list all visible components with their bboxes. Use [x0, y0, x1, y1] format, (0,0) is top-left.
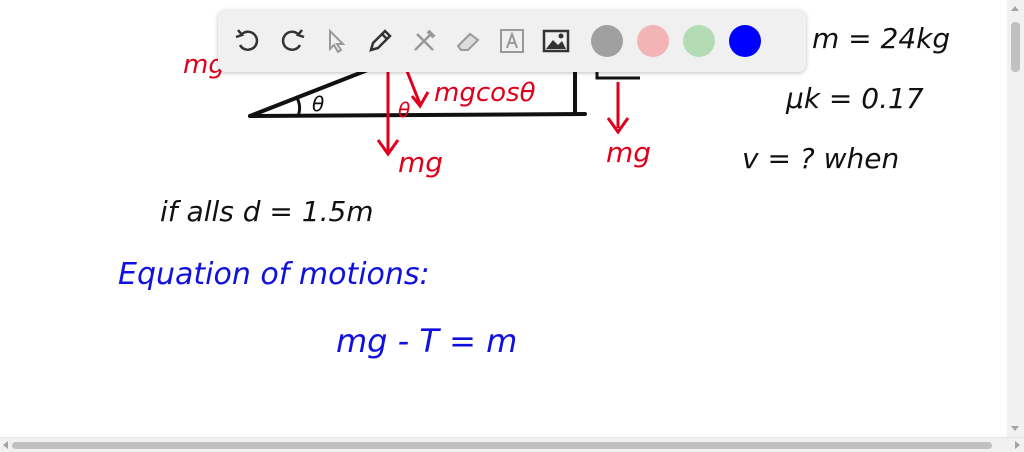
color-swatch-blue[interactable] [729, 25, 761, 57]
mg-right-label: mg [606, 136, 652, 169]
vertical-scroll-thumb[interactable] [1011, 22, 1020, 72]
redo-button[interactable] [270, 19, 314, 63]
theta-red-label: θ [398, 98, 411, 122]
image-button[interactable] [534, 19, 578, 63]
text-icon [500, 29, 524, 53]
tools-button[interactable] [402, 19, 446, 63]
eraser-button[interactable] [446, 19, 490, 63]
equation-heading-label: Equation of motions: [118, 257, 430, 292]
mgcos-theta-label: mgcosθ [434, 78, 536, 108]
undo-button[interactable] [226, 19, 270, 63]
falls-distance-label: if alls d = 1.5m [160, 195, 374, 228]
angle-arc [294, 95, 302, 117]
velocity-question-label: v = ? when [742, 142, 900, 175]
undo-icon [235, 29, 259, 52]
scroll-right-icon[interactable] [1015, 441, 1020, 449]
theta-angle-label: θ [312, 92, 325, 116]
scroll-down-icon[interactable] [1011, 426, 1019, 431]
incline-base-line [248, 112, 587, 118]
friction-coefficient-label: μk = 0.17 [786, 82, 924, 115]
drawing-toolbar [218, 10, 806, 72]
select-icon [329, 28, 346, 54]
image-icon [542, 29, 570, 53]
color-swatch-pink[interactable] [637, 25, 669, 57]
horizontal-scroll-thumb[interactable] [12, 442, 992, 449]
tools-icon [414, 29, 436, 51]
mg-left-label: mg [398, 146, 444, 179]
color-swatch-gray[interactable] [591, 25, 623, 57]
color-swatch-green[interactable] [683, 25, 715, 57]
pen-button[interactable] [358, 19, 402, 63]
horizontal-scrollbar[interactable] [0, 437, 1024, 452]
redo-icon [281, 29, 305, 52]
mass-label: m = 24kg [812, 22, 951, 55]
pen-icon [369, 29, 392, 52]
eraser-icon [456, 32, 480, 51]
equation-label: mg - T = m [336, 322, 518, 360]
select-button[interactable] [314, 19, 358, 63]
vertical-scrollbar[interactable] [1007, 0, 1024, 438]
scroll-up-icon[interactable] [1011, 6, 1019, 11]
text-button[interactable] [490, 19, 534, 63]
scroll-left-icon[interactable] [3, 441, 8, 449]
